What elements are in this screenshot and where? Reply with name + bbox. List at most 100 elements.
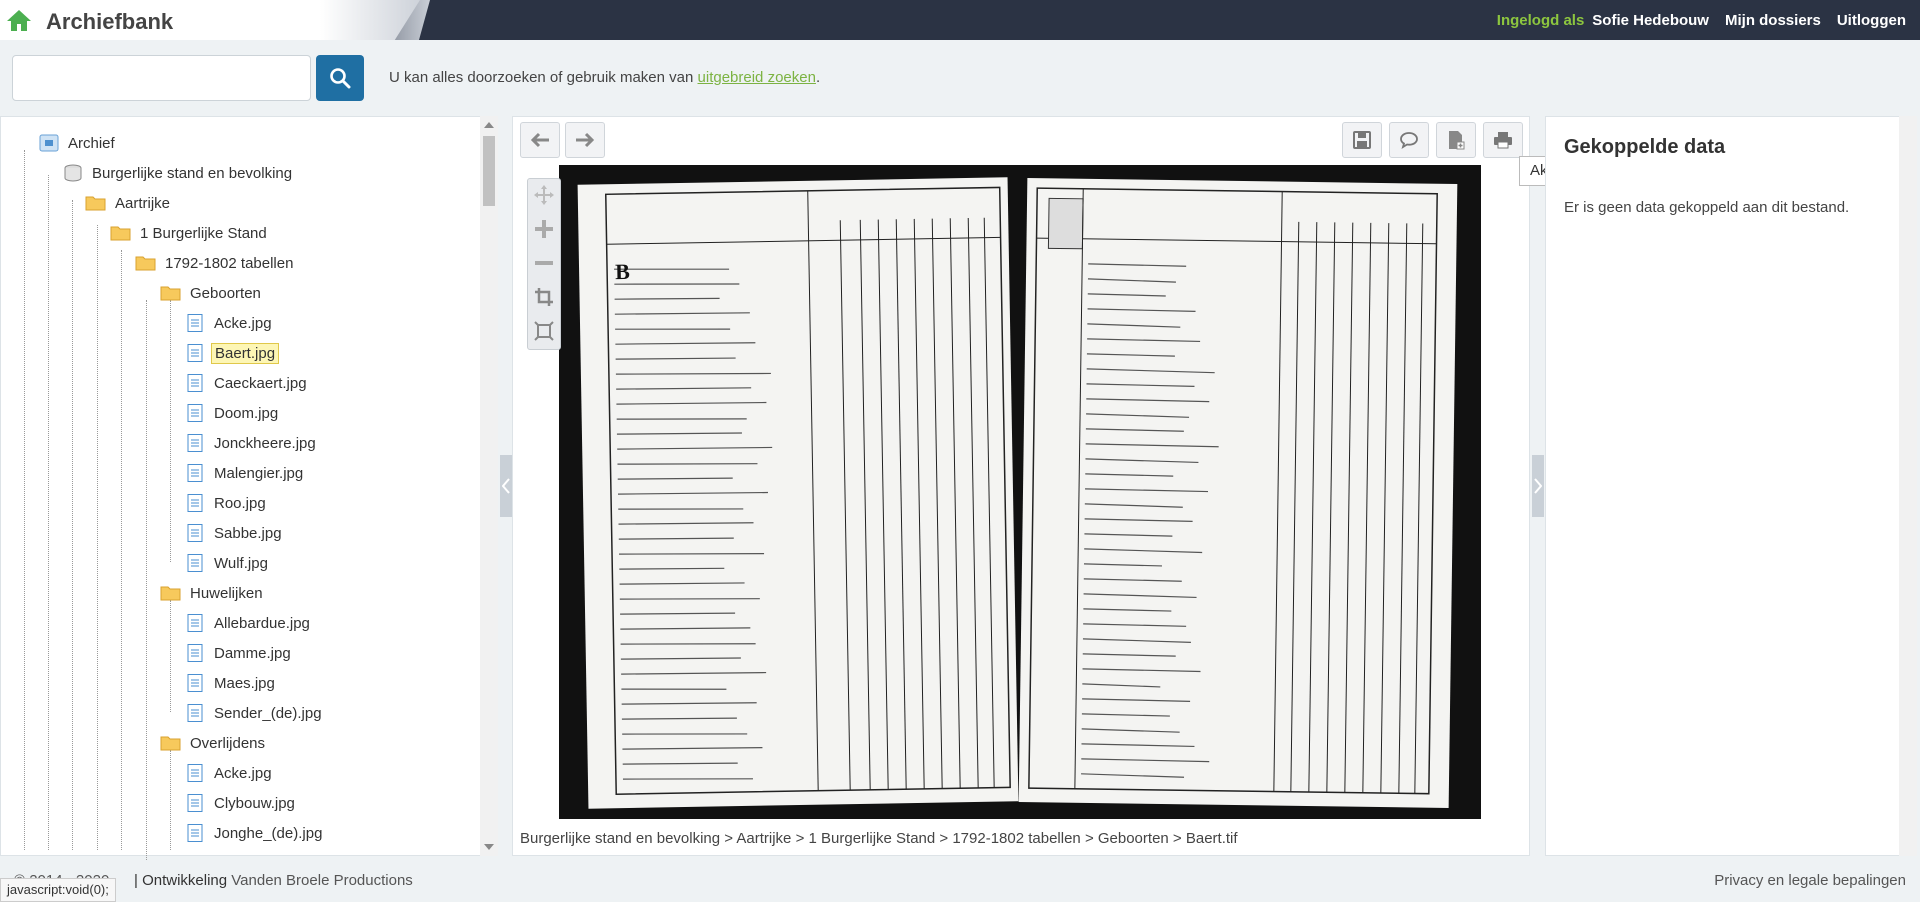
previous-button[interactable] (520, 122, 560, 158)
tree-node-archief[interactable]: Archief (38, 131, 118, 155)
tree-line (170, 750, 171, 850)
right-panel-scrollbar[interactable] (1899, 116, 1917, 856)
file-icon (187, 554, 203, 572)
scroll-down-arrow-icon[interactable] (484, 844, 494, 850)
tree-file[interactable]: Acke.jpg (184, 311, 275, 335)
crop-icon (535, 288, 553, 306)
file-icon (187, 344, 203, 362)
tree-file[interactable]: Doom.jpg (184, 401, 281, 425)
tree-file[interactable]: Jonckheere.jpg (184, 431, 319, 455)
collapse-right-panel-toggle[interactable] (1532, 455, 1544, 517)
scroll-thumb[interactable] (483, 136, 495, 206)
advanced-search-link[interactable]: uitgebreid zoeken (698, 69, 816, 86)
file-icon (187, 794, 203, 812)
footer-dev-label: | Ontwikkeling (134, 872, 228, 889)
search-hint: U kan alles doorzoeken of gebruik maken … (389, 69, 821, 86)
arrow-left-icon (530, 132, 549, 148)
my-dossiers-link[interactable]: Mijn dossiers (1725, 12, 1821, 29)
file-icon (187, 404, 203, 422)
top-header: Archiefbank Ingelogd als Sofie Hedebouw … (0, 0, 1920, 40)
database-icon (64, 164, 82, 182)
tree-scrollbar[interactable] (480, 116, 498, 856)
document-page-right (1018, 178, 1458, 808)
chevron-right-icon (1534, 478, 1542, 494)
file-icon (187, 374, 203, 392)
ledger-lines-left: B (604, 186, 1011, 795)
brand-title[interactable]: Archiefbank (46, 9, 173, 35)
tree-file[interactable]: Clybouw.jpg (184, 791, 298, 815)
file-icon (187, 434, 203, 452)
folder-open-icon (85, 196, 106, 211)
save-icon (1353, 131, 1371, 149)
tree-line (170, 300, 171, 562)
file-icon (187, 524, 203, 542)
tree-file[interactable]: Acke.jpg (184, 761, 275, 785)
tree-node-aartrijke[interactable]: Aartrijke (85, 191, 173, 215)
privacy-link[interactable]: Privacy en legale bepalingen (1714, 872, 1906, 889)
ledger-lines-right (1028, 187, 1438, 795)
scanned-document-image[interactable]: B (559, 165, 1481, 819)
tree-node-1-burgerlijke-stand[interactable]: 1 Burgerlijke Stand (110, 221, 270, 245)
file-icon (187, 494, 203, 512)
tree-file[interactable]: Roo.jpg (184, 491, 269, 515)
tree-file[interactable]: Damme.jpg (184, 641, 294, 665)
speech-bubble-icon (1400, 132, 1418, 149)
pan-button[interactable] (530, 181, 558, 209)
fit-screen-icon (534, 321, 554, 341)
comment-button[interactable] (1389, 122, 1429, 158)
collapse-left-panel-toggle[interactable] (500, 455, 512, 517)
search-icon (330, 68, 351, 89)
file-icon (187, 464, 203, 482)
tree-file[interactable]: Malengier.jpg (184, 461, 306, 485)
zoom-out-button[interactable] (530, 249, 558, 277)
tree-node-geboorten[interactable]: Geboorten (160, 281, 264, 305)
brand-fade (320, 0, 430, 40)
tree-file[interactable]: Maes.jpg (184, 671, 278, 695)
tree-file[interactable]: Sabbe.jpg (184, 521, 285, 545)
arrow-right-icon (576, 132, 595, 148)
browser-status-bar: javascript:void(0); (0, 878, 116, 902)
tree-node-overlijdens[interactable]: Overlijdens (160, 731, 268, 755)
fit-screen-button[interactable] (530, 317, 558, 345)
svg-text:B: B (615, 259, 630, 284)
folder-open-icon (110, 226, 131, 241)
tree-line (121, 250, 122, 850)
search-input[interactable] (12, 55, 311, 101)
tree-node-1792-1802-tabellen[interactable]: 1792-1802 tabellen (135, 251, 296, 275)
save-button[interactable] (1342, 122, 1382, 158)
tree-node-burgerlijke-stand-bevolking[interactable]: Burgerlijke stand en bevolking (62, 161, 295, 185)
tree-file-selected[interactable]: Baert.jpg (184, 341, 280, 365)
tree-file[interactable]: Caeckaert.jpg (184, 371, 310, 395)
search-button[interactable] (316, 55, 364, 101)
crop-button[interactable] (530, 283, 558, 311)
footer-dev-link[interactable]: Vanden Broele Productions (231, 872, 413, 889)
file-icon (187, 614, 203, 632)
print-button[interactable] (1483, 122, 1523, 158)
folder-open-icon (135, 256, 156, 271)
scroll-up-arrow-icon[interactable] (484, 122, 494, 128)
minus-icon (535, 261, 553, 265)
tree-file[interactable]: Wulf.jpg (184, 551, 271, 575)
linked-data-panel (1545, 116, 1915, 856)
user-name-link[interactable]: Sofie Hedebouw (1592, 12, 1709, 29)
file-icon (187, 764, 203, 782)
logout-link[interactable]: Uitloggen (1837, 12, 1906, 29)
file-icon (187, 644, 203, 662)
linked-data-title: Gekoppelde data (1564, 136, 1726, 158)
zoom-toolbar (527, 178, 561, 350)
plus-icon (535, 220, 553, 238)
tree-file[interactable]: Sender_(de).jpg (184, 701, 325, 725)
file-path-breadcrumb: Burgerlijke stand en bevolking > Aartrij… (520, 830, 1238, 847)
tree-file[interactable]: Allebardue.jpg (184, 611, 313, 635)
tree-file[interactable]: Jonghe_(de).jpg (184, 821, 325, 845)
add-document-button[interactable] (1436, 122, 1476, 158)
zoom-in-button[interactable] (530, 215, 558, 243)
archive-root-icon (39, 134, 59, 152)
tree-line (24, 150, 25, 850)
tree-node-huwelijken[interactable]: Huwelijken (160, 581, 266, 605)
footer-credits: | Ontwikkeling Vanden Broele Productions (134, 872, 413, 889)
folder-open-icon (160, 736, 181, 751)
home-icon[interactable] (6, 8, 32, 32)
printer-icon (1494, 132, 1512, 149)
next-button[interactable] (565, 122, 605, 158)
